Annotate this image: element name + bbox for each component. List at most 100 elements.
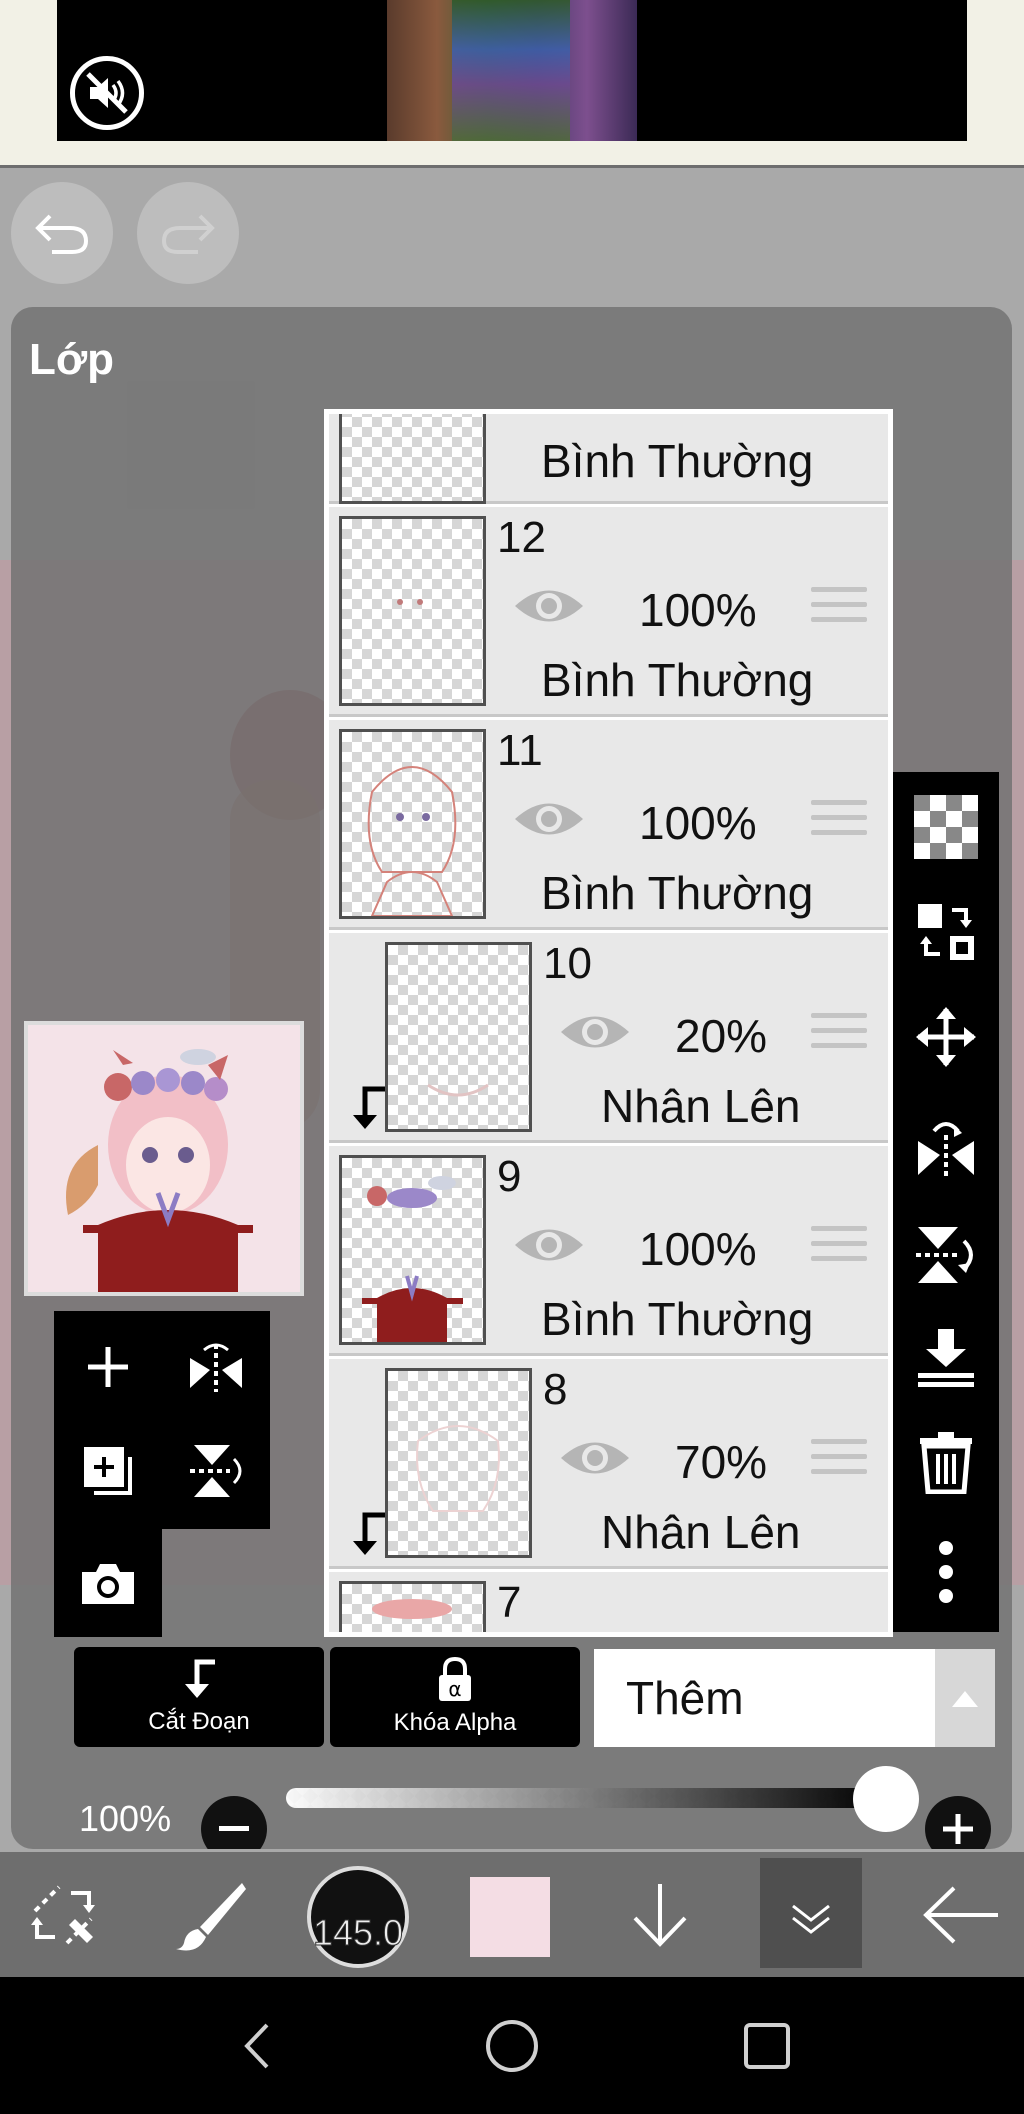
flip-horizontal-button[interactable]	[176, 1327, 256, 1407]
layer-blend-mode: Bình Thường	[541, 654, 814, 706]
layer-art	[367, 766, 457, 917]
move-icon	[916, 1007, 976, 1067]
undo-icon	[35, 214, 89, 254]
layer-row[interactable]: 12 100% Bình Thường	[329, 507, 888, 717]
layer-blend-mode: Nhân Lên	[601, 1080, 801, 1132]
layer-name: 9	[497, 1152, 522, 1201]
add-layer-icon	[88, 1347, 128, 1387]
lock-icon: α	[439, 1657, 471, 1701]
plus-icon	[943, 1814, 973, 1844]
layer-art	[397, 599, 423, 605]
layer-opacity: 20%	[675, 1010, 768, 1062]
visibility-eye-icon[interactable]	[511, 583, 587, 629]
camera-button[interactable]	[68, 1543, 148, 1623]
layer-row[interactable]: 9 100% Bình Thường	[329, 1146, 888, 1356]
add-folder-button[interactable]	[68, 1431, 148, 1511]
trash-icon	[920, 1432, 972, 1494]
ad-video[interactable]	[57, 0, 967, 141]
drag-handle-icon[interactable]	[811, 587, 867, 631]
drag-handle-icon[interactable]	[811, 1013, 867, 1057]
drag-handle-icon[interactable]	[811, 1226, 867, 1270]
nav-home-icon	[486, 2019, 538, 2072]
transform-tool-button[interactable]	[18, 1852, 108, 1977]
brush-size-value: 145.0	[312, 1912, 404, 1954]
layer-blend-mode: Bình Thường	[541, 435, 814, 487]
drag-handle-icon[interactable]	[811, 800, 867, 844]
nav-back-button[interactable]	[212, 1977, 302, 2114]
canvas-preview[interactable]	[24, 1021, 304, 1296]
layer-thumbnail	[339, 1581, 486, 1632]
layer-panel-toggle-button[interactable]	[760, 1858, 862, 1968]
replace-layer-button[interactable]	[911, 897, 981, 967]
layer-thumbnail	[385, 1368, 532, 1558]
nav-recents-button[interactable]	[722, 1977, 812, 2114]
layer-row[interactable]: 7	[329, 1572, 888, 1632]
clip-button[interactable]: Cắt Đoạn	[74, 1647, 324, 1747]
more-options-button[interactable]	[911, 1537, 981, 1607]
layer-name: 8	[543, 1365, 568, 1414]
alpha-lock-button[interactable]: α Khóa Alpha	[330, 1647, 580, 1747]
back-arrow-icon	[923, 1886, 998, 1943]
layer-opacity: 100%	[639, 797, 757, 849]
merge-down-icon	[918, 1329, 974, 1387]
flip-vertical-button[interactable]	[176, 1431, 256, 1511]
brush-icon	[176, 1882, 246, 1950]
visibility-eye-icon[interactable]	[557, 1435, 633, 1481]
layer-art	[416, 1425, 500, 1512]
opacity-slider-thumb[interactable]	[853, 1766, 919, 1832]
add-folder-icon	[84, 1447, 132, 1495]
back-button[interactable]	[912, 1852, 1012, 1977]
rotate-flip-v-icon	[916, 1227, 973, 1283]
mute-button[interactable]	[70, 56, 144, 130]
drag-handle-icon[interactable]	[811, 1439, 867, 1483]
flip-horizontal-icon	[190, 1343, 242, 1392]
layer-blend-mode: Bình Thường	[541, 1293, 814, 1345]
layers-list[interactable]: Bình Thường 12 100% Bình Thường 11 100% …	[324, 409, 893, 1637]
layer-thumbnail	[339, 1155, 486, 1345]
panel-title: Lớp	[29, 335, 115, 384]
add-layer-button[interactable]	[68, 1327, 148, 1407]
layer-thumbnail	[339, 729, 486, 919]
app-screen: Lớp Bình Thường 12 100% Bình Thường 11 1…	[0, 0, 1024, 2114]
merge-down-button[interactable]	[911, 1322, 981, 1392]
brush-tool-button[interactable]	[165, 1852, 255, 1977]
opacity-decrease-button[interactable]	[201, 1796, 267, 1849]
layer-name: 12	[497, 513, 546, 562]
delete-layer-button[interactable]	[911, 1427, 981, 1497]
blend-mode-dropdown-button[interactable]	[935, 1649, 995, 1747]
opacity-slider[interactable]	[286, 1788, 886, 1808]
color-swatch-button[interactable]	[470, 1877, 550, 1957]
opacity-value: 100%	[79, 1798, 172, 1839]
flip-layer-vertical-button[interactable]	[911, 1220, 981, 1290]
redo-button[interactable]	[137, 182, 239, 284]
redo-icon	[161, 214, 215, 254]
layer-opacity: 100%	[639, 584, 757, 636]
layer-name: 10	[543, 939, 592, 988]
layer-row[interactable]: 10 20% Nhân Lên	[329, 933, 888, 1143]
layer-row[interactable]: 11 100% Bình Thường	[329, 720, 888, 930]
move-button[interactable]	[911, 1002, 981, 1072]
visibility-eye-icon[interactable]	[511, 1222, 587, 1268]
blend-mode-select[interactable]: Thêm	[594, 1649, 935, 1747]
alpha-lock-label: Khóa Alpha	[393, 1709, 517, 1736]
transparency-button[interactable]	[911, 792, 981, 862]
down-arrow-button[interactable]	[615, 1852, 705, 1977]
undo-button[interactable]	[11, 182, 113, 284]
visibility-eye-icon[interactable]	[511, 796, 587, 842]
layer-row[interactable]: Bình Thường	[329, 414, 888, 504]
nav-back-icon	[244, 2023, 269, 2068]
clip-label: Cắt Đoạn	[148, 1708, 250, 1735]
transparency-icon	[914, 795, 978, 859]
replace-icon	[918, 904, 974, 960]
ad-banner[interactable]	[0, 0, 1024, 168]
collapse-icon	[792, 1904, 830, 1934]
layer-panel: Lớp Bình Thường 12 100% Bình Thường 11 1…	[11, 307, 1012, 1849]
opacity-increase-button[interactable]	[925, 1796, 991, 1849]
flip-layer-horizontal-button[interactable]	[911, 1112, 981, 1182]
visibility-eye-icon[interactable]	[557, 1009, 633, 1055]
nav-home-button[interactable]	[467, 1977, 557, 2114]
layer-blend-mode: Nhân Lên	[601, 1506, 801, 1558]
layer-row[interactable]: 8 70% Nhân Lên	[329, 1359, 888, 1569]
rotate-flip-h-icon	[918, 1122, 974, 1179]
minus-icon	[219, 1826, 249, 1831]
